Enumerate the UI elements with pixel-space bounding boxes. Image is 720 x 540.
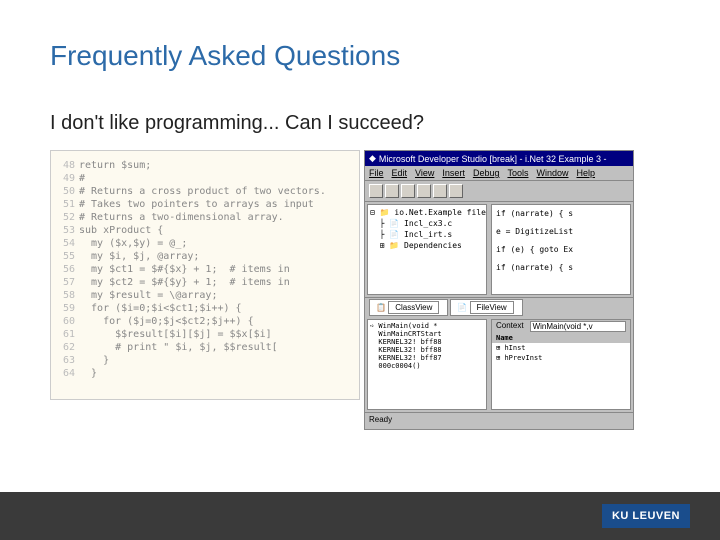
slide-subtitle: I don't like programming... Can I succee… <box>50 112 670 135</box>
toolbar-button[interactable] <box>433 184 447 198</box>
project-tree[interactable]: ⊟ 📁 io.Net.Example file ├ 📄 Incl_cx3.c ├… <box>367 204 487 295</box>
toolbar-button[interactable] <box>417 184 431 198</box>
screenshot-row: 48return $sum; 49# 50# Returns a cross p… <box>50 150 670 430</box>
watch-row[interactable]: ⊞ hPrevInst <box>492 353 630 363</box>
tree-item[interactable]: ├ 📄 Incl_irt.s <box>370 229 484 240</box>
watch-name-header: Name <box>492 333 630 343</box>
menu-item[interactable]: Insert <box>442 168 465 178</box>
kuleuven-logo: KU LEUVEN <box>602 504 690 528</box>
ide-code-editor[interactable]: if (narrate) { s e = DigitizeList if (e)… <box>491 204 631 295</box>
tree-root[interactable]: ⊟ 📁 io.Net.Example file <box>370 207 484 218</box>
menu-item[interactable]: Help <box>577 168 596 178</box>
menu-item[interactable]: Tools <box>507 168 528 178</box>
ide-statusbar: Ready <box>365 412 633 426</box>
watch-header: Context WinMain(void *,v <box>492 320 630 333</box>
perl-code-screenshot: 48return $sum; 49# 50# Returns a cross p… <box>50 150 360 400</box>
watch-row[interactable]: ⊞ hInst <box>492 343 630 353</box>
menu-item[interactable]: Edit <box>392 168 408 178</box>
menu-item[interactable]: View <box>415 168 434 178</box>
menu-item[interactable]: Window <box>536 168 568 178</box>
tab-fileview[interactable]: 📄 FileView <box>450 299 522 316</box>
tab-classview[interactable]: 📋 ClassView <box>369 299 448 316</box>
ide-toolbar <box>365 181 633 202</box>
menu-item[interactable]: Debug <box>473 168 500 178</box>
page-title: Frequently Asked Questions <box>50 40 670 72</box>
tree-item[interactable]: ⊞ 📁 Dependencies <box>370 240 484 251</box>
slide-footer: KU LEUVEN <box>0 492 720 540</box>
toolbar-button[interactable] <box>385 184 399 198</box>
toolbar-button[interactable] <box>449 184 463 198</box>
toolbar-button[interactable] <box>401 184 415 198</box>
app-icon: ◆ <box>369 153 376 164</box>
ide-title-text: Microsoft Developer Studio [break] - i.N… <box>379 154 607 164</box>
ide-titlebar: ◆ Microsoft Developer Studio [break] - i… <box>365 151 633 166</box>
ide-tabs: 📋 ClassView📄 FileView <box>365 297 633 317</box>
menu-item[interactable]: File <box>369 168 384 178</box>
ide-screenshot: ◆ Microsoft Developer Studio [break] - i… <box>364 150 634 430</box>
watch-window[interactable]: Context WinMain(void *,v Name ⊞ hInst ⊞ … <box>491 319 631 410</box>
toolbar-button[interactable] <box>369 184 383 198</box>
call-stack[interactable]: ➪ WinMain(void * WinMainCRTStart KERNEL3… <box>367 319 487 410</box>
ide-menubar: File Edit View Insert Debug Tools Window Help <box>365 166 633 181</box>
tree-item[interactable]: ├ 📄 Incl_cx3.c <box>370 218 484 229</box>
